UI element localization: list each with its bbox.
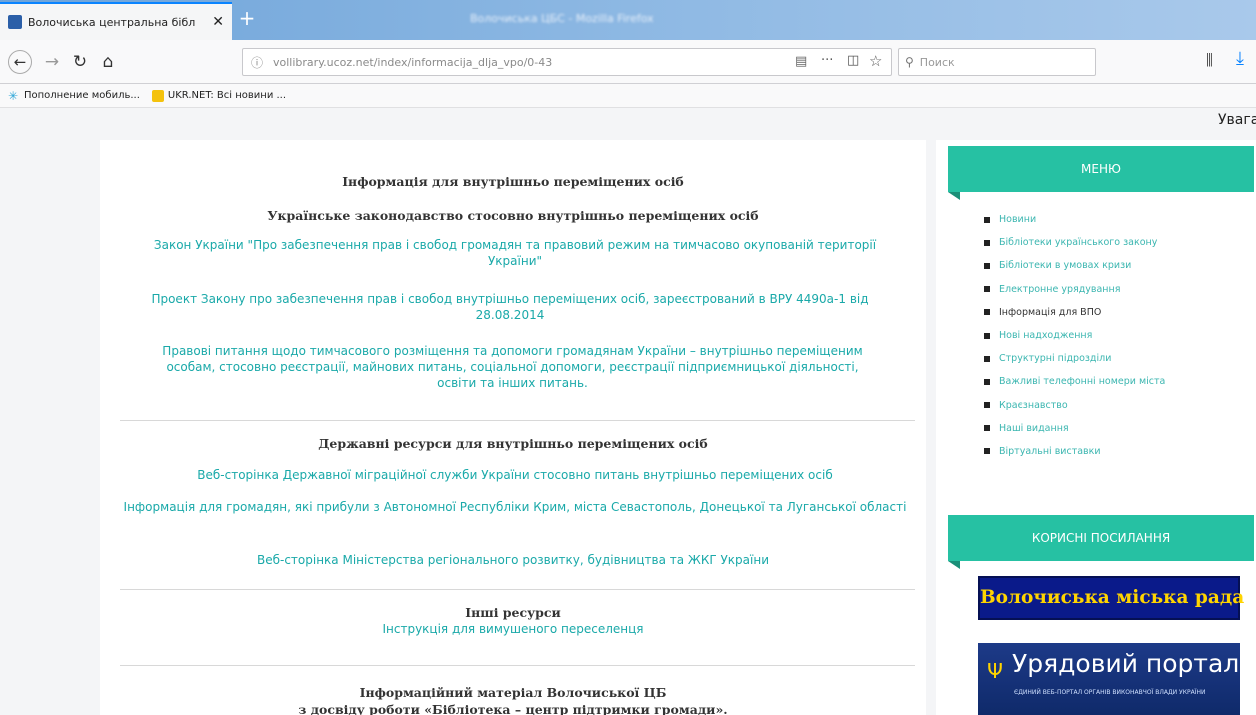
bookmark-label: Пополнение мобиль... bbox=[24, 90, 140, 101]
bullet-icon bbox=[984, 378, 990, 385]
new-tab-button[interactable]: + bbox=[236, 8, 258, 30]
back-icon[interactable]: ← bbox=[8, 50, 32, 74]
more-icon[interactable]: ··· bbox=[821, 53, 833, 68]
government-portal-banner[interactable]: Ψ Урядовий портал ЄДИНИЙ ВЕБ-ПОРТАЛ ОРГА… bbox=[978, 643, 1240, 715]
window-title: Волочиська ЦБС - Mozilla Firefox bbox=[470, 12, 654, 25]
sparkle-icon: ✳ bbox=[8, 88, 19, 103]
menu-item-phones[interactable]: Важливі телефонні номери міста bbox=[984, 370, 1165, 393]
law-link[interactable]: Правові питання щодо тимчасового розміще… bbox=[155, 343, 870, 391]
bookmark-item[interactable]: UKR.NET: Всі новини ... bbox=[151, 89, 287, 102]
bullet-icon bbox=[984, 262, 990, 269]
menu-item-libraries-law[interactable]: Бібліотеки українського закону bbox=[984, 231, 1165, 254]
divider bbox=[120, 589, 915, 590]
menu-item-news[interactable]: Новини bbox=[984, 208, 1165, 231]
section-heading-state: Державні ресурси для внутрішньо переміще… bbox=[318, 436, 708, 451]
menu-item-publications[interactable]: Наші видання bbox=[984, 417, 1165, 440]
section-heading-law: Українське законодавство стосовно внутрі… bbox=[267, 208, 759, 223]
menu-item-e-government[interactable]: Електронне урядування bbox=[984, 278, 1165, 301]
section-heading-other: Інші ресурси bbox=[465, 605, 561, 620]
navigation-toolbar: ← → ↻ ⌂ ⓘ vollibrary.ucoz.net/index/info… bbox=[0, 40, 1256, 84]
bullet-icon bbox=[984, 448, 990, 455]
menu-item-label: Наші видання bbox=[999, 422, 1069, 434]
home-icon[interactable]: ⌂ bbox=[96, 50, 120, 74]
star-icon[interactable]: ☆ bbox=[869, 52, 882, 70]
trident-icon: Ψ bbox=[987, 659, 1003, 683]
bullet-icon bbox=[984, 286, 990, 293]
close-icon[interactable]: ✕ bbox=[212, 14, 224, 30]
menu-item-label: Важливі телефонні номери міста bbox=[999, 376, 1166, 388]
menu-list: Новини Бібліотеки українського закону Бі… bbox=[984, 208, 1165, 463]
reload-icon[interactable]: ↻ bbox=[68, 50, 92, 74]
bullet-icon bbox=[984, 402, 990, 409]
divider bbox=[120, 420, 915, 421]
main-content: Інформація для внутрішньо переміщених ос… bbox=[100, 140, 926, 715]
menu-item-structure[interactable]: Структурні підрозділи bbox=[984, 347, 1165, 370]
ukrnet-icon bbox=[151, 89, 164, 102]
menu-item-vpo[interactable]: Інформація для ВПО bbox=[984, 301, 1165, 324]
bullet-icon bbox=[984, 332, 990, 339]
library-icon[interactable]: ⫼ bbox=[1206, 51, 1213, 69]
menu-item-label: Нові надходження bbox=[999, 330, 1093, 342]
tab-bar: Волочиська центральна бібл ✕ + Волочиськ… bbox=[0, 0, 1256, 40]
menu-item-label: Бібліотеки в умовах кризи bbox=[999, 260, 1132, 272]
bookmark-item[interactable]: ✳ Пополнение мобиль... bbox=[8, 90, 140, 102]
bullet-icon bbox=[984, 309, 990, 316]
menu-item-local-history[interactable]: Краєзнавство bbox=[984, 394, 1165, 417]
menu-item-label: Новини bbox=[999, 214, 1037, 226]
info-heading: Інформаційний матеріал Волочиської ЦБ bbox=[359, 685, 667, 700]
law-link[interactable]: Проект Закону про забезпечення прав і св… bbox=[150, 291, 870, 323]
bookmark-label: UKR.NET: Всі новини ... bbox=[167, 90, 287, 101]
sidebar: МЕНЮ Новини Бібліотеки українського зако… bbox=[936, 140, 1256, 715]
menu-item-label: Інформація для ВПО bbox=[999, 306, 1102, 318]
menu-item-label: Віртуальні виставки bbox=[999, 445, 1101, 457]
menu-title: МЕНЮ bbox=[948, 146, 1254, 200]
portal-subtitle: ЄДИНИЙ ВЕБ-ПОРТАЛ ОРГАНІВ ВИКОНАВЧОЇ ВЛА… bbox=[1014, 689, 1206, 696]
bookmarks-toolbar: ✳ Пополнение мобиль... UKR.NET: Всі нови… bbox=[0, 84, 1256, 108]
other-link[interactable]: Інструкція для вимушеного переселенця bbox=[100, 621, 926, 637]
state-link[interactable]: Веб-сторінка Державної міграційної служб… bbox=[115, 467, 915, 483]
download-icon[interactable]: ⤓ bbox=[1236, 48, 1244, 69]
divider bbox=[120, 665, 915, 666]
menu-item-new-arrivals[interactable]: Нові надходження bbox=[984, 324, 1165, 347]
links-title: КОРИСНІ ПОСИЛАННЯ bbox=[948, 515, 1254, 569]
search-input[interactable]: ⚲ Поиск bbox=[898, 48, 1096, 76]
page-title: Інформація для внутрішньо переміщених ос… bbox=[342, 174, 684, 189]
city-council-banner[interactable]: Волочиська міська рада bbox=[978, 576, 1244, 620]
favicon-icon bbox=[8, 15, 22, 29]
info-icon[interactable]: ⓘ bbox=[251, 54, 263, 71]
bullet-icon bbox=[984, 216, 990, 223]
menu-item-label: Краєзнавство bbox=[999, 399, 1068, 411]
menu-item-crisis[interactable]: Бібліотеки в умовах кризи bbox=[984, 254, 1165, 277]
pocket-icon[interactable]: ◫ bbox=[847, 53, 859, 68]
forward-icon[interactable]: → bbox=[40, 50, 64, 74]
search-placeholder: Поиск bbox=[919, 55, 955, 69]
state-link[interactable]: Веб-сторінка Міністерства регіонального … bbox=[100, 552, 926, 568]
browser-tab[interactable]: Волочиська центральна бібл ✕ bbox=[0, 2, 232, 40]
menu-item-label: Електронне урядування bbox=[999, 283, 1121, 295]
tab-title: Волочиська центральна бібл bbox=[28, 15, 196, 29]
url-bar[interactable]: ⓘ vollibrary.ucoz.net/index/informacija_… bbox=[242, 48, 892, 76]
search-icon: ⚲ bbox=[905, 55, 914, 69]
bullet-icon bbox=[984, 239, 990, 246]
bullet-icon bbox=[984, 425, 990, 432]
portal-title: Урядовий портал bbox=[1012, 649, 1240, 678]
menu-item-label: Структурні підрозділи bbox=[999, 353, 1112, 365]
notice-text: Увага bbox=[1218, 112, 1256, 128]
menu-item-virtual-exhibitions[interactable]: Віртуальні виставки bbox=[984, 440, 1165, 463]
bullet-icon bbox=[984, 355, 990, 362]
menu-item-label: Бібліотеки українського закону bbox=[999, 237, 1158, 249]
law-link[interactable]: Закон України "Про забезпечення прав і с… bbox=[130, 237, 900, 269]
reader-icon[interactable]: ▤ bbox=[795, 54, 807, 69]
state-link[interactable]: Інформація для громадян, які прибули з А… bbox=[120, 499, 910, 515]
info-subheading: з досвіду роботи «Бібліотека – центр під… bbox=[298, 702, 728, 715]
url-text[interactable]: vollibrary.ucoz.net/index/informacija_dl… bbox=[273, 56, 883, 69]
